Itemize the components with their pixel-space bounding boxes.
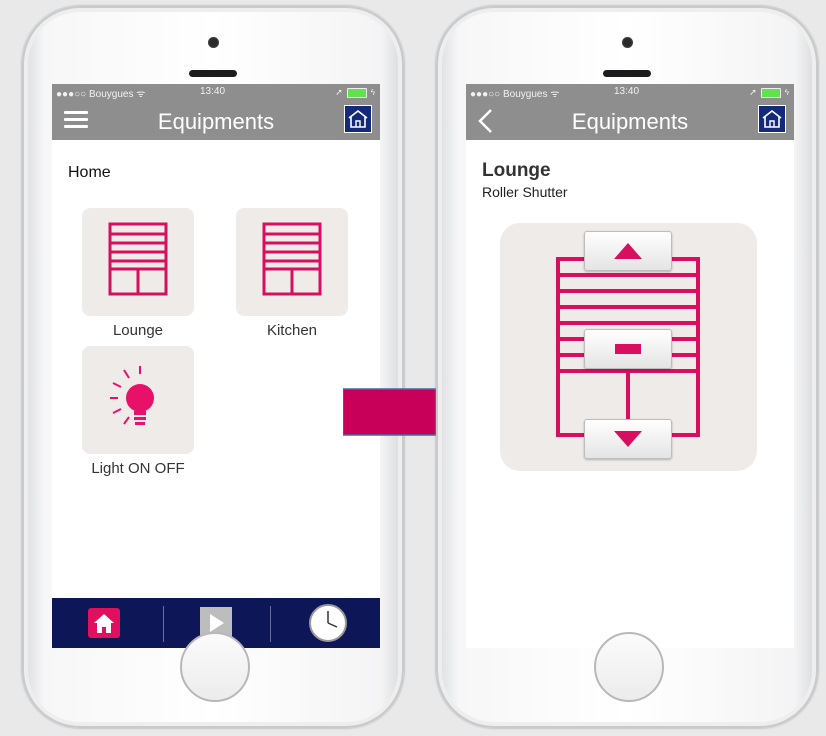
carrier-label: ●●●○○ Bouygues ᯤ xyxy=(56,89,146,100)
page-title: Equipments xyxy=(157,109,275,134)
front-camera xyxy=(208,37,219,48)
tab-home[interactable] xyxy=(52,598,156,648)
shutter-down-button[interactable] xyxy=(584,419,672,459)
status-time: 13:40 xyxy=(200,86,226,97)
roller-shutter-icon xyxy=(262,222,322,296)
charging-icon: ϟ xyxy=(370,88,375,97)
page-title: Equipments xyxy=(571,109,689,134)
status-bar: ●●●○○ Bouygues ᯤ 13:40 ➚ ϟ xyxy=(466,84,794,100)
device-type: Roller Shutter xyxy=(482,184,568,200)
nav-bar: Equipments xyxy=(52,100,380,140)
tile-label-lounge: Lounge xyxy=(112,322,164,339)
status-bar: ●●●○○ Bouygues ᯤ 13:40 ➚ ϟ xyxy=(52,84,380,100)
earpiece-speaker xyxy=(603,70,651,77)
battery-icon xyxy=(346,87,367,98)
charging-icon: ϟ xyxy=(784,88,789,97)
shutter-up-button[interactable] xyxy=(584,231,672,271)
tile-lounge[interactable] xyxy=(82,208,194,316)
clock-icon xyxy=(309,604,347,642)
status-time: 13:40 xyxy=(614,86,640,97)
shutter-stop-button[interactable] xyxy=(584,329,672,369)
tile-label-light: Light ON OFF xyxy=(91,460,185,477)
front-camera xyxy=(622,37,633,48)
stop-bar-icon xyxy=(615,344,641,354)
tab-timer[interactable] xyxy=(276,598,380,648)
physical-home-button[interactable] xyxy=(594,632,664,702)
physical-home-button[interactable] xyxy=(180,632,250,702)
home-shortcut-icon[interactable] xyxy=(344,105,372,133)
location-arrow-icon: ➚ xyxy=(335,87,343,97)
earpiece-speaker xyxy=(189,70,237,77)
triangle-down-icon xyxy=(614,431,642,447)
status-right: ➚ ϟ xyxy=(749,87,789,98)
home-shortcut-icon[interactable] xyxy=(758,105,786,133)
tile-kitchen[interactable] xyxy=(236,208,348,316)
status-right: ➚ ϟ xyxy=(335,87,375,98)
carrier-label: ●●●○○ Bouygues ᯤ xyxy=(470,89,560,100)
section-title: Home xyxy=(68,164,111,181)
light-bulb-icon xyxy=(110,366,154,425)
battery-icon xyxy=(760,87,781,98)
location-arrow-icon: ➚ xyxy=(749,87,757,97)
roller-shutter-icon xyxy=(108,222,168,296)
shutter-control-panel xyxy=(500,223,757,471)
home-icon xyxy=(88,608,120,638)
device-name: Lounge xyxy=(482,160,551,181)
device-detail-screen: ●●●○○ Bouygues ᯤ 13:40 ➚ ϟ Equipments Lo… xyxy=(466,84,794,648)
triangle-up-icon xyxy=(614,243,642,259)
tile-label-kitchen: Kitchen xyxy=(266,322,318,339)
tile-light-on-off[interactable] xyxy=(82,346,194,454)
phone-frame-right: ●●●○○ Bouygues ᯤ 13:40 ➚ ϟ Equipments Lo… xyxy=(436,6,818,728)
nav-bar: Equipments xyxy=(466,100,794,140)
equipments-list-screen: ●●●○○ Bouygues ᯤ 13:40 ➚ ϟ Equipments Ho… xyxy=(52,84,380,648)
tab-divider xyxy=(270,606,271,642)
phone-frame-left: ●●●○○ Bouygues ᯤ 13:40 ➚ ϟ Equipments Ho… xyxy=(22,6,404,728)
